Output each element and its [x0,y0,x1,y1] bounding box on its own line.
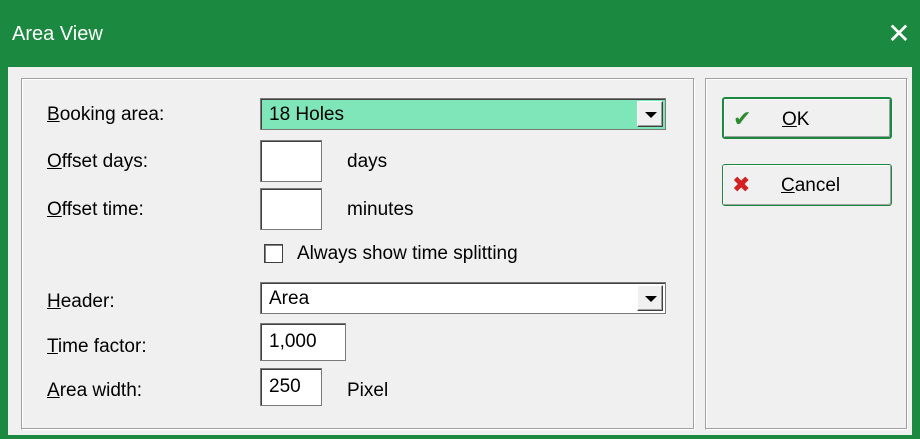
area-view-dialog: Area View ✕ Booking area: 18 Holes Offse… [0,0,920,439]
window-border-left [0,67,8,439]
close-icon[interactable]: ✕ [878,14,920,54]
ok-button[interactable]: ✔ OK [722,97,892,139]
area-width-input[interactable]: 250 [260,368,322,406]
booking-area-select[interactable]: 18 Holes [260,98,666,130]
title-bar[interactable]: Area View ✕ [0,0,920,67]
offset-days-unit: days [347,151,388,172]
always-show-time-splitting-label: Always show time splitting [297,243,518,264]
window-title: Area View [12,23,103,45]
offset-days-input[interactable] [260,140,322,182]
x-icon: ✖ [732,172,751,197]
window-border-right [912,67,920,439]
booking-area-value: 18 Holes [269,104,344,125]
offset-time-unit: minutes [347,199,414,220]
offset-time-input[interactable] [260,188,322,230]
time-factor-label: Time factor: [47,336,147,357]
header-select[interactable]: Area [260,282,666,314]
window-border-bottom [0,435,920,439]
header-label: Header: [47,291,115,312]
area-width-label: Area width: [47,380,143,401]
ok-button-label: OK [782,109,810,130]
header-dropdown-button[interactable] [637,285,663,311]
time-factor-input[interactable]: 1,000 [260,323,346,361]
header-value: Area [269,288,310,309]
booking-area-label: Booking area: [47,104,165,125]
offset-time-label: Offset time: [47,199,144,220]
always-show-time-splitting-checkbox[interactable] [264,244,283,263]
checkmark-icon: ✔ [733,106,752,131]
cancel-button-label: Cancel [781,175,841,196]
booking-area-dropdown-button[interactable] [637,101,663,127]
offset-days-label: Offset days: [47,151,149,172]
area-width-unit: Pixel [347,380,389,401]
cancel-button[interactable]: ✖ Cancel [722,164,892,206]
